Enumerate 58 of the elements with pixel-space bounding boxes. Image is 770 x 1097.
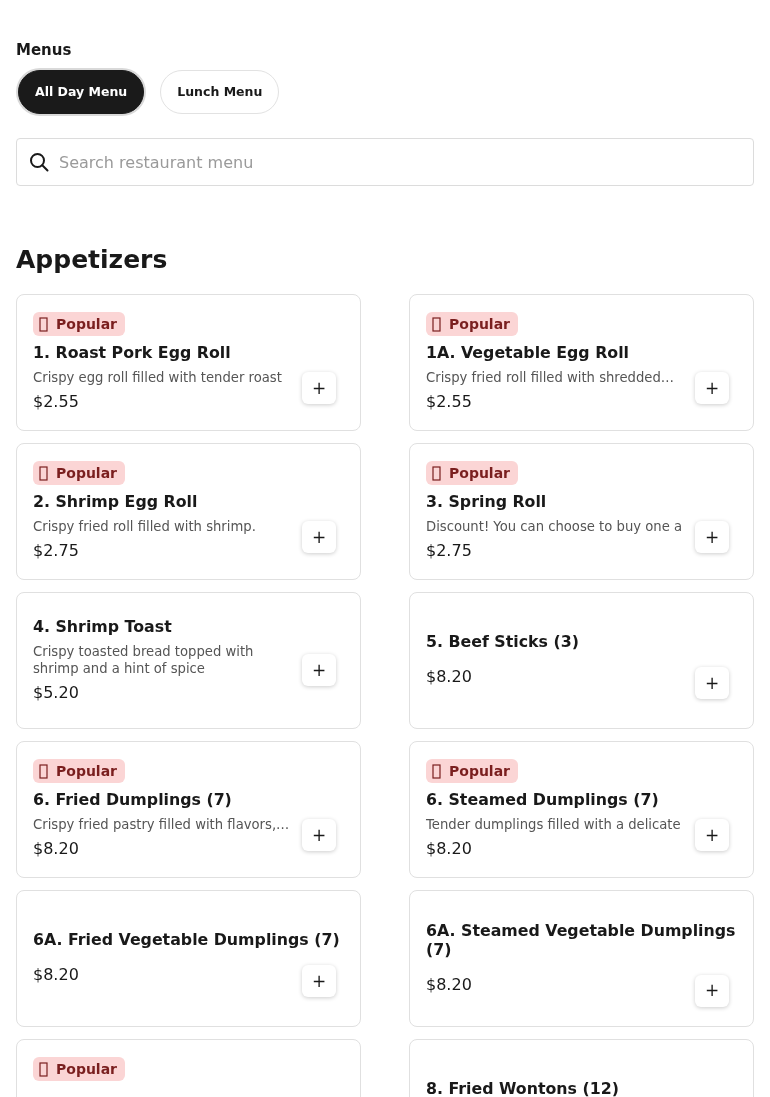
item-name: 5. Beef Sticks (3) (426, 632, 579, 651)
add-button[interactable]: + (302, 654, 336, 686)
menu-tab[interactable]: All Day Menu (18, 70, 145, 114)
item-description: Discount! You can choose to buy one a (426, 518, 684, 535)
placeholder-icon (39, 465, 48, 481)
item-price: $8.20 (426, 838, 473, 860)
menus-heading: Menus (16, 40, 73, 60)
item-name: 8. Fried Wontons (12) (426, 1079, 619, 1097)
search-icon (29, 152, 49, 172)
placeholder-icon (39, 763, 48, 779)
item-description: Tender dumplings filled with a delicate (426, 816, 682, 833)
section-heading: Appetizers (16, 246, 169, 274)
add-button[interactable]: + (302, 521, 336, 553)
popular-badge: Popular (426, 461, 519, 485)
item-price: $8.20 (426, 666, 473, 688)
search-field[interactable]: Search restaurant menu (16, 138, 754, 186)
add-button[interactable]: + (695, 521, 729, 553)
item-price: $2.75 (33, 540, 80, 562)
item-description: Crispy fried roll filled with shredded… (426, 369, 676, 386)
item-name: 1A. Vegetable Egg Roll (426, 343, 629, 362)
item-description: Crispy egg roll filled with tender roast (33, 369, 283, 386)
add-button[interactable]: + (302, 372, 336, 404)
add-button[interactable]: + (695, 819, 729, 851)
item-name: 6. Fried Dumplings (7) (33, 790, 232, 809)
add-button[interactable]: + (302, 965, 336, 997)
placeholder-icon (39, 1061, 48, 1077)
item-name: 2. Shrimp Egg Roll (33, 492, 198, 511)
item-name: 6A. Steamed Vegetable Dumplings (7) (426, 920, 737, 959)
add-button[interactable]: + (695, 974, 729, 1007)
popular-badge: Popular (33, 461, 126, 485)
item-price: $2.55 (426, 391, 473, 413)
item-description: Crispy fried roll filled with shrimp. (33, 518, 257, 535)
item-name: 4. Shrimp Toast (33, 616, 172, 636)
item-name: 6A. Fried Vegetable Dumplings (7) (33, 930, 340, 949)
item-description: Crispy toasted bread topped with shrimp and a hint of spice (33, 642, 255, 677)
item-price: $5.20 (33, 681, 80, 704)
item-price: $8.20 (33, 964, 80, 986)
item-price: $2.55 (33, 391, 80, 413)
popular-badge: Popular (33, 312, 126, 336)
popular-badge: Popular (426, 312, 519, 336)
popular-badge: Popular (426, 759, 519, 783)
add-button[interactable]: + (302, 819, 336, 851)
add-button[interactable]: + (695, 667, 729, 699)
placeholder-icon (432, 465, 441, 481)
add-button[interactable]: + (695, 372, 729, 404)
item-name: 1. Roast Pork Egg Roll (33, 343, 231, 362)
item-name: 6. Steamed Dumplings (7) (426, 790, 659, 809)
popular-badge: Popular (33, 1057, 126, 1081)
popular-badge: Popular (33, 759, 126, 783)
item-price: $8.20 (33, 838, 80, 860)
item-price: $2.75 (426, 540, 473, 562)
item-price: $8.20 (426, 973, 473, 996)
placeholder-icon (432, 316, 441, 332)
menu-tab[interactable]: Lunch Menu (160, 70, 280, 114)
item-description: Crispy fried pastry filled with flavors,… (33, 816, 291, 833)
placeholder-icon (432, 763, 441, 779)
item-name: 3. Spring Roll (426, 492, 547, 511)
placeholder-icon (39, 316, 48, 332)
